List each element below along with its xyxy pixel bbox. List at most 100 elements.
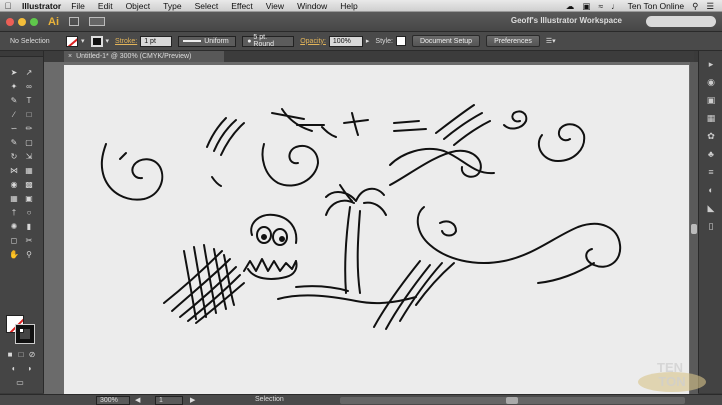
current-tool-status[interactable]: Selection [255,396,284,403]
menu-file[interactable]: File [71,1,85,11]
draw-mode-icon[interactable]: ◐ [8,363,20,374]
volume-icon[interactable]: ♩ [611,1,620,11]
zoom-window-button[interactable] [30,17,38,26]
stroke-color-control[interactable]: ▾ [90,35,110,47]
creative-cloud-icon[interactable]: ☁ [566,1,575,12]
paintbrush-tool-icon[interactable]: ∽ [8,123,20,134]
menu-help[interactable]: Help [340,1,357,11]
chevron-right-icon[interactable]: ▸ [366,37,370,45]
color-panel-icon[interactable]: ◉ [705,77,717,87]
lasso-tool-icon[interactable]: ∞ [23,81,35,92]
menu-window[interactable]: Window [297,1,327,11]
vertical-scrollbar[interactable] [690,62,698,394]
horizontal-scroll-thumb[interactable] [506,397,518,404]
pencil-tool-icon[interactable]: ✏ [23,123,35,134]
magic-wand-tool-icon[interactable]: ✦ [8,81,20,92]
canvas-area[interactable] [44,62,694,394]
blob-brush-tool-icon[interactable]: ✎ [8,137,20,148]
menu-select[interactable]: Select [195,1,219,11]
spotlight-search-icon[interactable]: ⚲ [692,1,698,12]
artboard-tool-icon[interactable]: ◻ [8,235,20,246]
help-search-input[interactable] [646,16,716,27]
menu-effect[interactable]: Effect [231,1,253,11]
bridge-icon[interactable] [69,17,79,26]
brushes-panel-icon[interactable]: ✿ [705,131,717,141]
slice-tool-icon[interactable]: ✂ [23,235,35,246]
gradient-tool-icon[interactable]: ▣ [23,193,35,204]
opacity-field[interactable]: 100% [328,35,363,47]
close-window-button[interactable] [6,17,14,26]
layers-panel-icon[interactable]: ◣ [705,203,717,213]
line-tool-icon[interactable]: ∕ [8,109,20,120]
artboards-panel-icon[interactable]: ▯ [705,221,717,231]
apple-icon[interactable]:  [0,1,16,11]
fill-stroke-control[interactable] [4,313,40,347]
close-icon[interactable]: × [68,53,72,60]
none-mode-icon[interactable]: ⊘ [26,349,38,360]
eraser-tool-icon[interactable]: ▢ [23,137,35,148]
zoom-level-field[interactable]: 300% [96,396,130,405]
notifications-icon[interactable]: ☰ [706,1,714,12]
stroke-panel-link[interactable]: Stroke: [115,38,137,45]
dropbox-icon[interactable]: ▣ [582,1,590,12]
stroke-box[interactable] [15,324,35,344]
arrange-documents-icon[interactable] [89,17,105,26]
artboard[interactable] [64,65,689,394]
opacity-panel-link[interactable]: Opacity: [300,38,326,45]
panel-collapse-icon[interactable]: ▸ [705,59,717,69]
vertical-scroll-thumb[interactable] [691,224,697,234]
preferences-button[interactable]: Preferences [486,35,540,47]
stroke-weight-field[interactable]: 1 pt [140,35,173,47]
wifi-icon[interactable]: ≈ [598,1,603,11]
perspective-grid-tool-icon[interactable]: ▩ [23,179,35,190]
hand-tool-icon[interactable]: ✋ [8,249,20,260]
selection-tool-icon[interactable]: ➤ [8,67,20,78]
symbols-panel-icon[interactable]: ♣ [705,149,717,159]
last-artboard-icon[interactable]: ▶ [190,396,195,404]
document-tab[interactable]: × Untitled-1* @ 300% (CMYK/Preview) [64,51,224,62]
fill-swatch[interactable] [66,35,78,47]
mesh-tool-icon[interactable]: ▦ [8,193,20,204]
rectangle-tool-icon[interactable]: □ [23,109,35,120]
document-setup-button[interactable]: Document Setup [411,35,481,47]
width-tool-icon[interactable]: ⋈ [8,165,20,176]
fill-control[interactable]: ▾ [66,35,85,47]
screen-mode-icon[interactable]: ▭ [14,377,26,388]
color-guide-icon[interactable]: ▣ [705,95,717,105]
stroke-swatch[interactable] [90,35,103,47]
variable-width-profile[interactable]: Uniform [178,35,237,47]
first-artboard-icon[interactable]: ◀ [135,396,140,404]
menu-object[interactable]: Object [126,1,151,11]
scale-tool-icon[interactable]: ⇲ [23,151,35,162]
workspace-switcher[interactable]: Geoff's Illustrator Workspace [511,16,622,25]
zoom-tool-icon[interactable]: ⚲ [23,249,35,260]
appearance-panel-icon[interactable]: ◐ [705,185,717,195]
arrange-icon[interactable]: ☰▾ [546,37,556,45]
shape-builder-tool-icon[interactable]: ◉ [8,179,20,190]
horizontal-scrollbar[interactable] [340,397,685,404]
draw-behind-icon[interactable]: ◑ [23,363,35,374]
column-graph-tool-icon[interactable]: ▮ [23,221,35,232]
pen-tool-icon[interactable]: ✎ [8,95,20,106]
direct-selection-tool-icon[interactable]: ↗ [23,67,35,78]
brush-definition[interactable]: ● 5 pt. Round [242,34,295,48]
menu-type[interactable]: Type [163,1,181,11]
rotate-tool-icon[interactable]: ↻ [8,151,20,162]
free-transform-tool-icon[interactable]: ▦ [23,165,35,176]
type-tool-icon[interactable]: T [23,95,35,106]
panel-grip[interactable] [0,51,43,57]
menu-app-name[interactable]: Illustrator [22,1,61,11]
menu-view[interactable]: View [266,1,284,11]
menu-edit[interactable]: Edit [98,1,113,11]
graphic-style-swatch[interactable] [395,36,406,46]
stroke-panel-icon[interactable]: ≡ [705,167,717,177]
user-name[interactable]: Ten Ton Online [628,1,685,11]
chevron-down-icon[interactable]: ▾ [106,37,110,45]
eyedropper-tool-icon[interactable]: † [8,207,20,218]
artboard-number-field[interactable]: 1 [155,396,183,405]
minimize-window-button[interactable] [18,17,26,26]
symbol-sprayer-tool-icon[interactable]: ✺ [8,221,20,232]
blend-tool-icon[interactable]: ○ [23,207,35,218]
swatches-panel-icon[interactable]: ▦ [705,113,717,123]
chevron-down-icon[interactable]: ▾ [81,37,85,45]
